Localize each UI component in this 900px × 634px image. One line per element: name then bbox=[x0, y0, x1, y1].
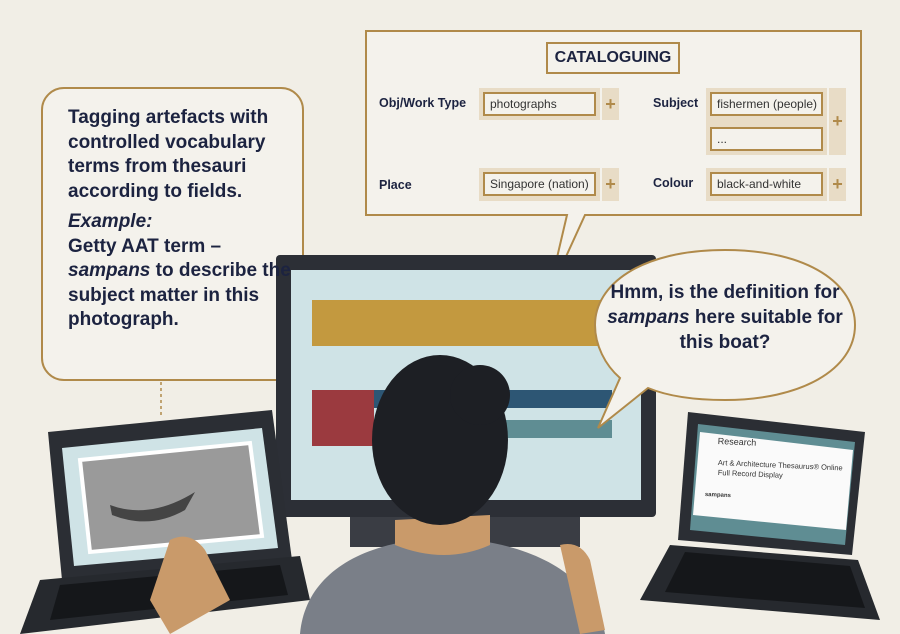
cataloguing-title: CATALOGUING bbox=[546, 42, 680, 74]
plus-icon[interactable]: + bbox=[829, 88, 846, 155]
description-text: Tagging artefacts with controlled vocabu… bbox=[68, 107, 269, 202]
plus-icon[interactable]: + bbox=[602, 168, 619, 201]
subject-field[interactable]: fishermen (people) ... bbox=[706, 88, 827, 155]
right-laptop bbox=[640, 412, 880, 620]
place-value[interactable]: Singapore (nation) bbox=[483, 172, 596, 196]
example-term: sampans bbox=[68, 260, 151, 281]
left-bubble-text: Tagging artefacts with controlled vocabu… bbox=[68, 106, 293, 333]
field-label-colour: Colour bbox=[653, 176, 694, 190]
question-term: sampans bbox=[607, 307, 690, 328]
place-field[interactable]: Singapore (nation) bbox=[479, 168, 600, 201]
aat-header: Research bbox=[717, 436, 757, 448]
photo-of-fisherman bbox=[77, 440, 265, 555]
colour-field[interactable]: black-and-white bbox=[706, 168, 827, 201]
right-bubble-text: Hmm, is the definition for sampans here … bbox=[600, 280, 850, 355]
question-pre: Hmm, is the definition for bbox=[610, 282, 840, 303]
field-label-place: Place bbox=[379, 178, 412, 192]
screen-block-red bbox=[312, 390, 374, 446]
obj-work-type-value[interactable]: photographs bbox=[483, 92, 596, 116]
question-post: here suitable for this boat? bbox=[679, 307, 843, 353]
plus-icon[interactable]: + bbox=[602, 88, 619, 120]
example-label: Example: bbox=[68, 211, 153, 232]
field-label-subject: Subject bbox=[653, 96, 699, 110]
subject-value-1[interactable]: fishermen (people) bbox=[710, 92, 823, 116]
screen-bar-gold bbox=[312, 300, 612, 346]
obj-work-type-field[interactable]: photographs bbox=[479, 88, 600, 120]
colour-value[interactable]: black-and-white bbox=[710, 172, 823, 196]
example-pre: Getty AAT term – bbox=[68, 235, 222, 257]
subject-value-2[interactable]: ... bbox=[710, 127, 823, 151]
plus-icon[interactable]: + bbox=[829, 168, 846, 201]
aat-term: sampans bbox=[704, 492, 731, 500]
field-label-obj-work-type: Obj/Work Type bbox=[379, 96, 467, 110]
